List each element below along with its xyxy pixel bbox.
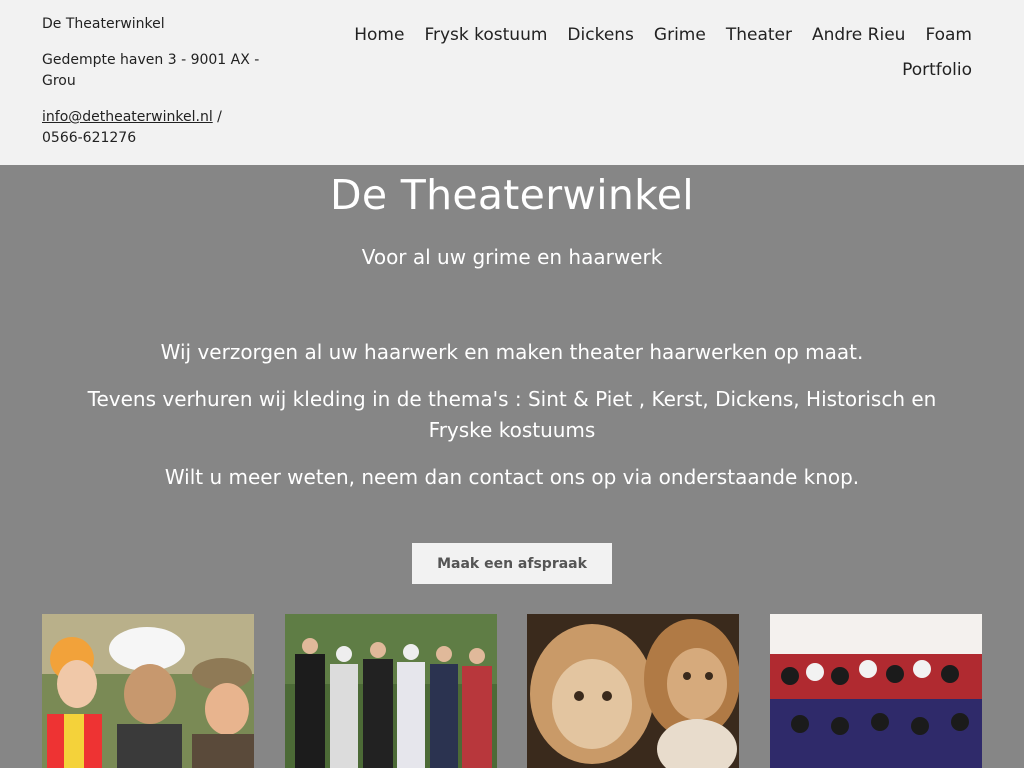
intro-text: Wij verzorgen al uw haarwerk en maken th… xyxy=(62,337,962,509)
photo-gallery xyxy=(42,614,982,768)
nav-frysk-kostuum[interactable]: Frysk kostuum xyxy=(424,18,547,53)
contact-block: De Theaterwinkel Gedempte haven 3 - 9001… xyxy=(42,14,267,164)
nav-theater[interactable]: Theater xyxy=(726,18,792,53)
email-link[interactable]: info@detheaterwinkel.nl xyxy=(42,109,213,125)
intro-paragraph-2: Tevens verhuren wij kleding in de thema'… xyxy=(87,387,937,442)
gallery-image-lion[interactable] xyxy=(527,614,740,768)
gallery-image-sint-piet[interactable] xyxy=(769,614,982,768)
address: Gedempte haven 3 - 9001 AX - Grou xyxy=(42,52,260,89)
nav-home[interactable]: Home xyxy=(354,18,404,53)
gallery-image-characters[interactable] xyxy=(42,614,254,768)
page-title: De Theaterwinkel xyxy=(330,171,694,219)
nav-dickens[interactable]: Dickens xyxy=(567,18,634,53)
appointment-button[interactable]: Maak een afspraak xyxy=(412,543,612,584)
nav-portfolio[interactable]: Portfolio xyxy=(902,53,972,88)
nav-grime[interactable]: Grime xyxy=(654,18,706,53)
main-nav: Home Frysk kostuum Dickens Grime Theater… xyxy=(300,18,972,88)
contact-line: info@detheaterwinkel.nl / 0566-621276 xyxy=(42,107,267,149)
intro-paragraph-3: Wilt u meer weten, neem dan contact ons … xyxy=(164,465,860,489)
business-name: De Theaterwinkel xyxy=(42,16,165,32)
nav-foam[interactable]: Foam xyxy=(925,18,972,53)
gallery-image-historical[interactable] xyxy=(284,614,497,768)
site-header: De Theaterwinkel Gedempte haven 3 - 9001… xyxy=(0,0,1024,165)
intro-paragraph-1: Wij verzorgen al uw haarwerk en maken th… xyxy=(160,340,864,364)
page-subtitle: Voor al uw grime en haarwerk xyxy=(361,245,663,269)
nav-andre-rieu[interactable]: Andre Rieu xyxy=(812,18,905,53)
